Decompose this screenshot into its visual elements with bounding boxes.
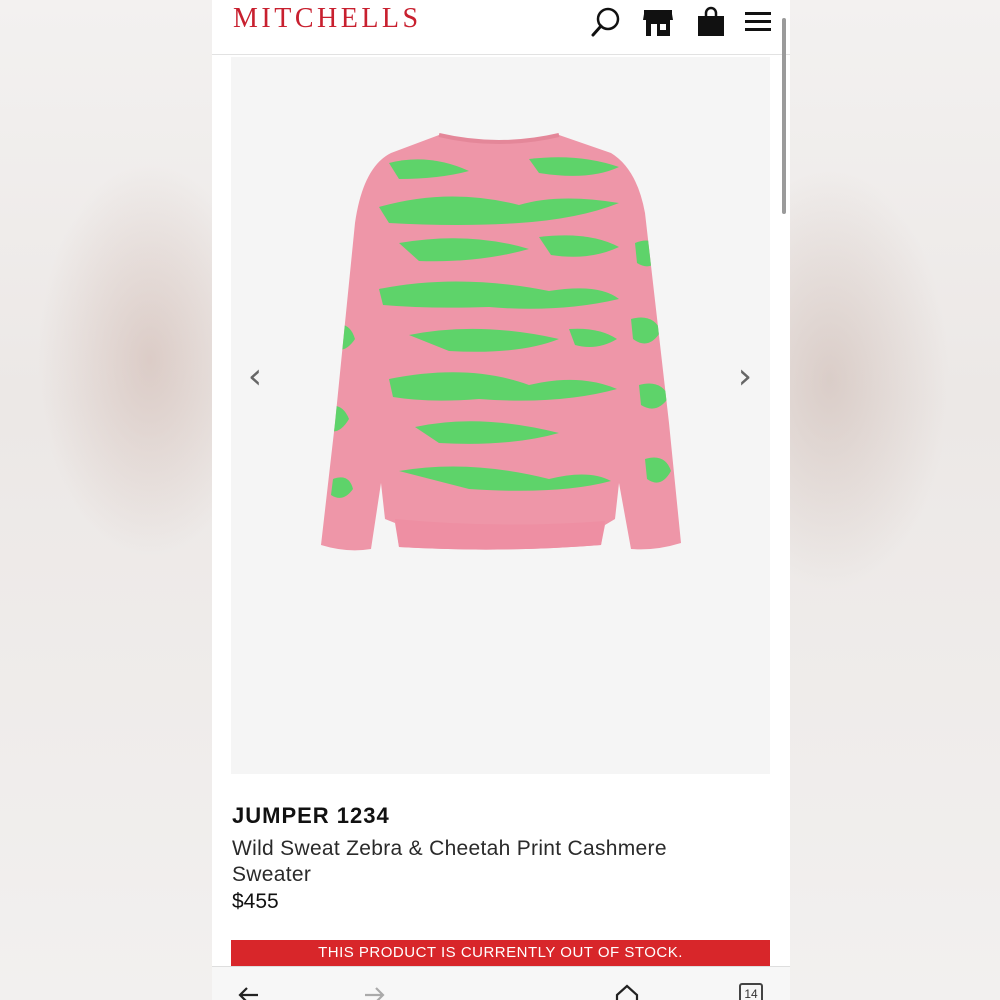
product-price: $455 — [232, 890, 279, 913]
out-of-stock-banner: THIS PRODUCT IS CURRENTLY OUT OF STOCK. — [231, 940, 770, 966]
back-icon[interactable] — [236, 983, 260, 1000]
site-header: MITCHELLS — [212, 0, 790, 214]
next-image-button[interactable]: › — [730, 353, 760, 401]
product-description: Wild Sweat Zebra & Cheetah Print Cashmer… — [232, 837, 667, 886]
tabs-icon[interactable]: 14 — [739, 983, 763, 1000]
bag-icon[interactable] — [695, 6, 727, 38]
store-icon[interactable] — [642, 6, 674, 38]
browser-toolbar: 14 — [212, 966, 790, 1000]
product-image-gallery: ‹ › — [231, 57, 770, 774]
search-icon[interactable] — [590, 6, 622, 38]
brand-logo[interactable]: MITCHELLS — [233, 3, 422, 35]
blurred-background-right — [790, 0, 1000, 1000]
forward-icon[interactable] — [363, 983, 387, 1000]
product-name: JUMPER 1234 — [232, 803, 390, 828]
menu-icon[interactable] — [742, 6, 774, 38]
blurred-background-left — [0, 0, 212, 1000]
home-icon[interactable] — [614, 983, 640, 1000]
scrollbar[interactable] — [782, 18, 786, 214]
product-image-sweater — [321, 133, 681, 551]
previous-image-button[interactable]: ‹ — [240, 353, 270, 401]
mobile-page: MITCHELLS ‹ › JUMPER 1234 Wild Sweat Zeb… — [212, 0, 790, 1000]
